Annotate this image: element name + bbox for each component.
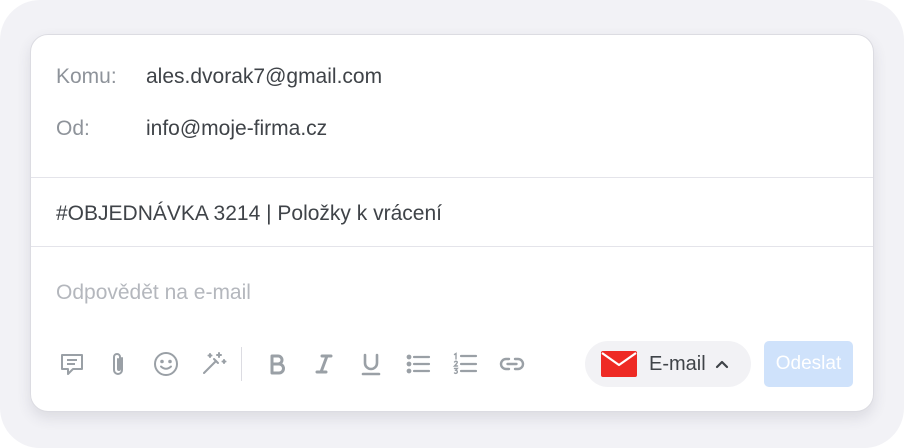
italic-button[interactable]	[307, 347, 341, 381]
link-button[interactable]	[495, 347, 529, 381]
email-reply-card: Komu: ales.dvorak7@gmail.com Od: info@mo…	[30, 34, 874, 412]
emoji-icon	[154, 352, 178, 376]
numbered-list-icon	[452, 352, 478, 375]
chevron-up-icon	[715, 360, 728, 369]
magic-wand-button[interactable]	[196, 347, 230, 381]
attachment-icon	[113, 353, 123, 375]
magic-wand-icon	[203, 352, 227, 374]
underline-icon	[361, 353, 381, 376]
subject[interactable]: #OBJEDNÁVKA 3214 | Položky k vrácení	[56, 202, 442, 226]
from-row: Od: info@moje-firma.cz	[56, 117, 327, 141]
reply-input[interactable]	[56, 281, 756, 305]
channel-label: E-mail	[649, 352, 706, 375]
underline-button[interactable]	[354, 347, 388, 381]
channel-selector[interactable]: E-mail	[585, 341, 751, 387]
bold-button[interactable]	[260, 347, 294, 381]
to-row: Komu: ales.dvorak7@gmail.com	[56, 65, 382, 89]
numbered-list-button[interactable]	[448, 347, 482, 381]
from-label: Od:	[56, 117, 90, 140]
attachment-button[interactable]	[102, 347, 136, 381]
to-value[interactable]: ales.dvorak7@gmail.com	[146, 65, 382, 89]
to-label: Komu:	[56, 65, 117, 88]
bullet-list-button[interactable]	[401, 347, 435, 381]
envelope-icon	[601, 351, 637, 377]
send-button[interactable]: Odeslat	[764, 341, 853, 387]
toolbar-separator	[241, 347, 242, 381]
header-divider	[31, 177, 873, 178]
template-icon	[61, 354, 83, 375]
subject-divider	[31, 246, 873, 247]
italic-icon	[315, 354, 333, 374]
emoji-button[interactable]	[149, 347, 183, 381]
template-button[interactable]	[55, 347, 89, 381]
bold-icon	[270, 354, 285, 375]
link-icon	[499, 357, 525, 371]
formatting-toolbar	[55, 346, 542, 382]
bullet-list-icon	[406, 354, 431, 374]
from-value[interactable]: info@moje-firma.cz	[146, 117, 327, 141]
